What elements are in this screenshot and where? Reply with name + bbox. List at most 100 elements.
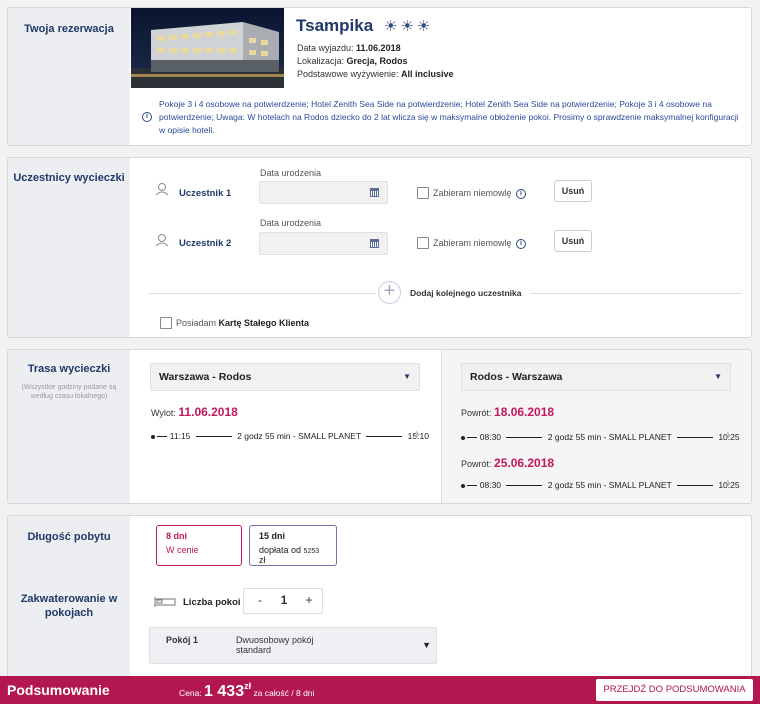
inbound-option-1-date-row[interactable]: Powrót: 18.06.2018	[461, 405, 554, 419]
plane-icon: ✈	[724, 431, 733, 442]
summary-price: Cena: 1 433zł za całość / 8 dni	[179, 681, 314, 701]
bed-icon	[154, 597, 176, 607]
price-value: 1 433	[204, 683, 245, 700]
participant-2-label: Uczestnik 2	[179, 238, 232, 249]
participant-1-label: Uczestnik 1	[179, 188, 232, 199]
reservation-section-title: Twoja rezerwacja	[24, 23, 114, 35]
outbound-date: 11.06.2018	[178, 405, 238, 419]
calendar-icon[interactable]	[370, 239, 379, 248]
location-value: Grecja, Rodos	[346, 56, 408, 66]
departure-label: Data wyjazdu:	[297, 43, 357, 53]
outbound-date-row: Wylot: 11.06.2018	[151, 405, 238, 419]
chevron-down-icon: ▼	[714, 372, 722, 381]
info-icon: i	[142, 112, 152, 122]
departure-value: 11.06.2018	[356, 43, 401, 53]
route-section-title: Trasa wycieczki	[27, 363, 111, 375]
stay-section-title: Długość pobytu	[27, 531, 111, 543]
participant-2-dob-input[interactable]	[259, 232, 388, 255]
board-type: Podstawowe wyżywienie: All inclusive	[297, 69, 454, 79]
inbound-option-1-date-label: Powrót:	[461, 408, 495, 418]
stay-option-2-sub-prefix: dopłata od	[259, 545, 304, 555]
loyalty-card-bold: Kartę Stałego Klienta	[218, 318, 310, 328]
participant-1-remove-button[interactable]: Usuń	[554, 180, 592, 202]
flight-dash	[195, 436, 232, 438]
route-card: Trasa wycieczki (Wszystkie godziny podan…	[7, 349, 752, 504]
summary-bar: Podsumowanie Cena: 1 433zł za całość / 8…	[0, 676, 760, 704]
location-label: Lokalizacja:	[297, 56, 347, 66]
calendar-icon[interactable]	[370, 188, 379, 197]
add-participant-label[interactable]: Dodaj kolejnego uczestnika	[410, 288, 521, 298]
person-icon	[155, 234, 169, 247]
inbound-option-2-date-label: Powrót:	[461, 459, 495, 469]
inbound-option-2-date-row[interactable]: Powrót: 25.06.2018	[461, 456, 554, 470]
stay-option-1-title: 8 dni	[166, 531, 188, 541]
plane-icon: ✈	[413, 430, 422, 441]
route-section-note: (Wszystkie godziny podane są według czas…	[21, 384, 117, 400]
loyalty-card-prefix: Posiadam	[176, 318, 219, 328]
inbound-option-1-dep-time: 08:30	[479, 432, 502, 442]
board-value: All inclusive	[401, 69, 454, 79]
room-1-select[interactable]: Pokój 1 Dwuosobowy pokój standard ▼	[149, 627, 437, 664]
reservation-card: Twoja rezerwacja Tsampika ☀☀☀ Data wyjaz…	[7, 7, 752, 146]
price-suffix: za całość / 8 dni	[251, 688, 315, 698]
rooms-count-label: Liczba pokoi	[183, 597, 241, 608]
stay-option-15-days[interactable]: 15 dni dopłata od 5253 zł	[249, 525, 337, 566]
outbound-route-select[interactable]: Warszawa - Rodos ▼	[150, 363, 420, 391]
departure-dot	[461, 435, 465, 440]
flight-dash	[366, 436, 403, 438]
flight-dash	[467, 437, 478, 439]
inbound-option-2-dep-time: 08:30	[479, 480, 502, 490]
add-divider-left	[149, 293, 376, 294]
outbound-duration: 2 godz 55 min - SMALL PLANET	[237, 431, 361, 441]
participant-1-infant-label[interactable]: Zabieram niemowlę	[433, 188, 512, 198]
price-label: Cena:	[179, 688, 205, 698]
participant-2-infant-info-icon[interactable]: i	[516, 239, 526, 249]
inbound-option-1-duration: 2 godz 55 min - SMALL PLANET	[547, 432, 672, 442]
chevron-down-icon: ▼	[403, 372, 411, 381]
room-1-label: Pokój 1	[166, 635, 199, 645]
add-divider-right	[530, 293, 742, 294]
inbound-route-value: Rodos - Warszawa	[470, 371, 563, 383]
hotel-name[interactable]: Tsampika	[296, 16, 373, 36]
loyalty-card-label[interactable]: Posiadam Kartę Stałego Klienta	[176, 318, 309, 328]
inbound-option-1-flight-line[interactable]: 08:30 2 godz 55 min - SMALL PLANET 10:25	[461, 431, 740, 443]
loyalty-card-checkbox[interactable]	[160, 317, 172, 329]
flight-dash	[506, 437, 543, 439]
rooms-stepper[interactable]: - 1 +	[243, 588, 323, 614]
participants-card: Uczestnicy wycieczki Uczestnik 1 Data ur…	[7, 157, 752, 338]
go-to-summary-button[interactable]: PRZEJDŹ DO PODSUMOWANIA	[596, 679, 753, 701]
participant-2-infant-checkbox[interactable]	[417, 237, 429, 249]
outbound-flight-line: 11:15 2 godz 55 min - SMALL PLANET 15:10	[151, 430, 429, 442]
inbound-route-select[interactable]: Rodos - Warszawa ▼	[461, 363, 731, 391]
participant-2-remove-button[interactable]: Usuń	[554, 230, 592, 252]
departure-dot	[151, 434, 155, 439]
outbound-date-label: Wylot:	[151, 408, 179, 418]
flight-dash	[467, 485, 478, 487]
stay-option-2-sub-amount: 5253	[303, 548, 320, 555]
reservation-notice: Pokoje 3 i 4 osobowe na potwierdzenie; H…	[159, 99, 739, 135]
participant-1-dob-input[interactable]	[259, 181, 388, 204]
participant-1-infant-info-icon[interactable]: i	[516, 189, 526, 199]
rooms-plus-button[interactable]: +	[299, 593, 319, 607]
participant-2-infant-label[interactable]: Zabieram niemowlę	[433, 238, 512, 248]
hotel-photo[interactable]	[131, 8, 284, 88]
outbound-dep-time: 11:15	[169, 431, 191, 441]
stay-option-2-title: 15 dni	[259, 531, 286, 541]
rooms-minus-button[interactable]: -	[250, 593, 270, 607]
rooms-count-value: 1	[280, 593, 288, 607]
person-icon	[155, 183, 169, 196]
inbound-option-2-flight-line[interactable]: 08:30 2 godz 55 min - SMALL PLANET 10:25	[461, 479, 740, 491]
participant-1-infant-checkbox[interactable]	[417, 187, 429, 199]
add-participant-icon[interactable]: +	[378, 281, 401, 304]
flight-dash	[157, 436, 168, 438]
stay-option-1-sub: W cenie	[166, 545, 199, 555]
inbound-option-2-duration: 2 godz 55 min - SMALL PLANET	[547, 480, 672, 490]
board-label: Podstawowe wyżywienie:	[297, 69, 402, 79]
sun-rating-icon: ☀☀☀	[384, 18, 434, 35]
departure-date: Data wyjazdu: 11.06.2018	[297, 43, 401, 53]
location: Lokalizacja: Grecja, Rodos	[297, 56, 408, 66]
stay-option-8-days[interactable]: 8 dni W cenie	[156, 525, 242, 566]
participants-section-title: Uczestnicy wycieczki	[13, 172, 125, 184]
participant-1-dob-label: Data urodzenia	[260, 168, 322, 178]
flight-dash	[506, 485, 543, 487]
